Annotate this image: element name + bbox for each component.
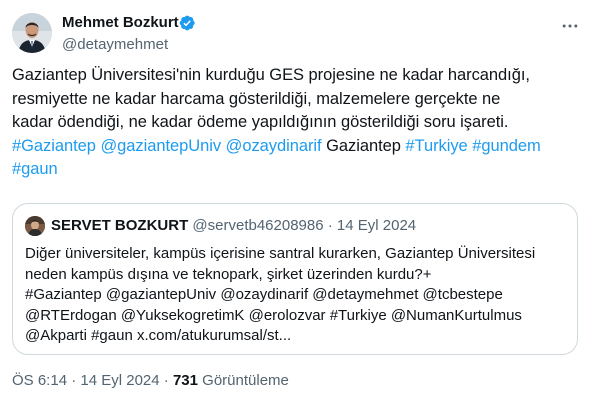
quoted-tweet[interactable]: SERVET BOZKURT @servetb46208986 · 14 Eyl… (12, 203, 578, 355)
tweet-text-segment: Gaziantep Üniversitesi'nin kurduğu GES p… (12, 66, 530, 84)
hashtag-link[interactable]: #gundem (472, 137, 541, 155)
tweet-text-line: #gaun (12, 158, 584, 182)
quoted-username: @servetb46208986 (192, 217, 328, 234)
tweet-text-line: Gaziantep Üniversitesi'nin kurduğu GES p… (12, 64, 584, 88)
meta-separator: · (71, 372, 81, 389)
tweet-text-segment: resmiyette ne kadar harcama gösterildiği… (12, 89, 501, 108)
tweet-date[interactable]: 14 Eyl 2024 (80, 372, 163, 389)
avatar-portrait-icon (12, 13, 52, 53)
mention-link[interactable]: @gaziantepUniv (100, 137, 221, 155)
tweet-text-line: resmiyette ne kadar harcama gösterildiği… (12, 88, 584, 112)
quoted-header: SERVET BOZKURT @servetb46208986 · 14 Eyl… (51, 217, 416, 234)
mention-link[interactable]: @ozaydinarif (226, 137, 322, 155)
quoted-text: Diğer üniversiteler, kampüs içerisine sa… (25, 244, 570, 347)
tweet-text-line: kadar ödendiği, ne kadar ödeme yapıldığı… (12, 111, 584, 135)
tweet-text-segment: kadar ödendiği, ne kadar ödeme yapıldığı… (12, 113, 509, 131)
tweet: Mehmet Bozkurt @detaymehmet Gaziantep Ün… (0, 0, 595, 404)
meta-separator: · (163, 372, 173, 389)
author-username[interactable]: @detaymehmet (62, 36, 168, 53)
more-options-icon[interactable] (558, 14, 582, 38)
tweet-time[interactable]: ÖS 6:14 (12, 372, 71, 389)
views-label: Görüntüleme (202, 372, 289, 389)
quoted-avatar-portrait-icon (25, 216, 45, 236)
quoted-display-name: SERVET BOZKURT (51, 217, 193, 234)
author-avatar[interactable] (12, 13, 52, 53)
author-display-name[interactable]: Mehmet Bozkurt (62, 14, 179, 31)
tweet-text-line: #Gaziantep @gaziantepUniv @ozaydinarif G… (12, 135, 584, 159)
quoted-text-line: neden kampüs dışına ve teknopark, şirket… (25, 265, 432, 283)
views-count: 731 (172, 372, 203, 389)
quoted-author-avatar (25, 216, 45, 236)
quoted-separator: · (327, 217, 337, 234)
tweet-meta: ÖS 6:14 · 14 Eyl 2024 · 731 Görüntüleme (12, 372, 289, 389)
hashtag-link[interactable]: #gaun (12, 160, 58, 178)
hashtag-link[interactable]: #Gaziantep (12, 137, 96, 155)
quoted-text-line: @Akparti #gaun x.com/atukurumsal/st... (25, 327, 292, 344)
verified-badge-icon[interactable] (178, 14, 196, 32)
quoted-text-line: #Gaziantep @gaziantepUniv @ozaydinarif @… (25, 286, 503, 303)
quoted-text-line: Diğer üniversiteler, kampüs içerisine sa… (25, 245, 536, 262)
quoted-text-line: @RTErdogan @YuksekogretimK @erolozvar #T… (25, 306, 522, 324)
tweet-text-segment: Gaziantep (321, 136, 406, 155)
hashtag-link[interactable]: #Turkiye (405, 137, 467, 155)
tweet-text: Gaziantep Üniversitesi'nin kurduğu GES p… (12, 64, 584, 182)
quoted-date: 14 Eyl 2024 (336, 217, 417, 234)
